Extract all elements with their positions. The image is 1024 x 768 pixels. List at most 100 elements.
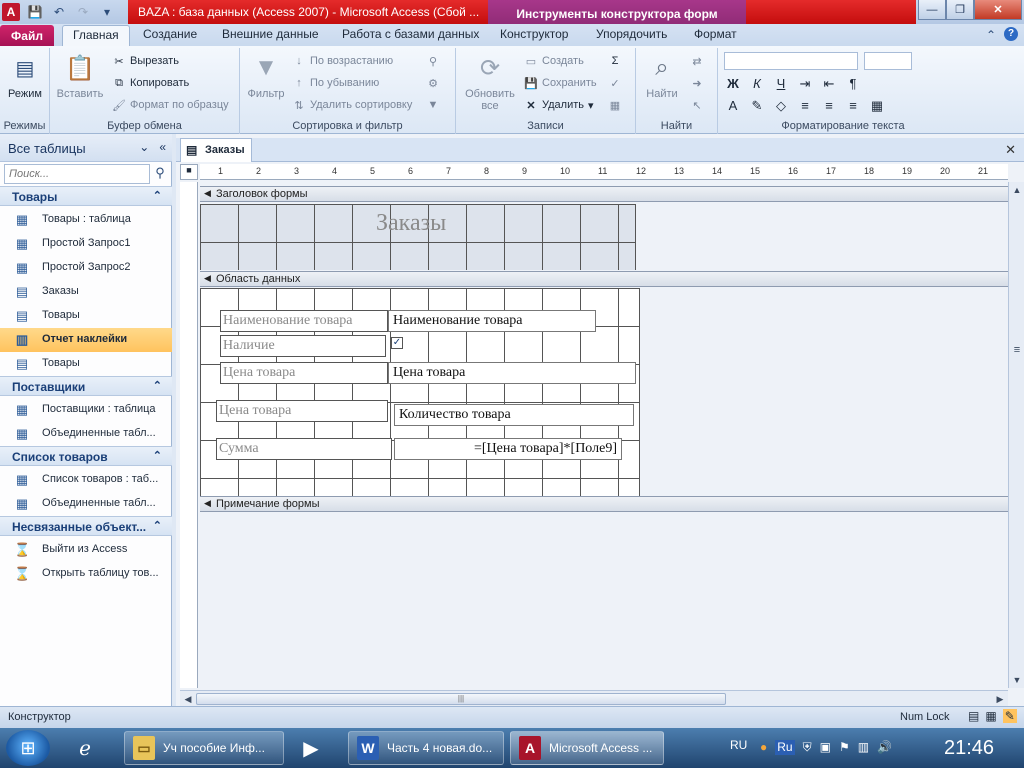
search-icon[interactable]: ⚲ (152, 165, 168, 183)
filter-button[interactable]: ▼ Фильтр (244, 52, 288, 100)
field-product-name[interactable]: Наименование товара (388, 310, 596, 332)
layout-view-switch-icon[interactable]: ▦ (985, 709, 996, 723)
network-icon[interactable]: ▥ (858, 740, 869, 755)
select-button[interactable]: ↖ (690, 98, 704, 112)
find-button[interactable]: ⌕ Найти (640, 52, 684, 100)
tab-format[interactable]: Формат (694, 27, 737, 46)
increase-indent-icon[interactable]: ⇥ (798, 76, 812, 92)
nav-item[interactable]: ▤ Товары (0, 304, 172, 328)
section-bar-form-footer[interactable]: ◀ Примечание формы (200, 496, 1008, 512)
collapse-chevron-icon[interactable]: ⌃ (153, 519, 162, 532)
nav-item[interactable]: ▦ Объединенные табл... (0, 492, 172, 516)
media-player-icon[interactable]: ▶ (292, 732, 330, 764)
tab-database-tools[interactable]: Работа с базами данных (342, 27, 479, 46)
customize-qat-icon[interactable]: ▾ (98, 3, 116, 21)
paste-button[interactable]: 📋 Вставить (56, 52, 104, 101)
language-indicator[interactable]: RU (730, 738, 747, 752)
horizontal-scroll-thumb[interactable]: ||| (196, 693, 726, 705)
access-app-icon[interactable]: A (2, 3, 20, 21)
gridlines-icon[interactable]: ▦ (870, 98, 884, 114)
close-button[interactable]: ✕ (974, 0, 1022, 20)
format-painter-button[interactable]: 🖌 Формат по образцу (112, 98, 229, 112)
save-record-button[interactable]: 💾 Сохранить (524, 76, 597, 90)
tab-file[interactable]: Файл (0, 25, 54, 46)
nav-item[interactable]: ⌛ Выйти из Access (0, 538, 172, 562)
section-bar-detail[interactable]: ◀ Область данных (200, 271, 1008, 287)
scroll-grip-icon[interactable]: ≡ (1009, 342, 1024, 358)
tab-home[interactable]: Главная (62, 25, 130, 47)
save-icon[interactable]: 💾 (26, 3, 44, 21)
underline-button[interactable]: Ч (774, 76, 788, 92)
selection-filter-button[interactable]: ⚲ (426, 54, 440, 68)
align-center-icon[interactable]: ≡ (822, 98, 836, 114)
form-view-switch-icon[interactable]: ▤ (968, 709, 979, 723)
task-access[interactable]: A Microsoft Access ... (510, 731, 664, 765)
horizontal-scrollbar[interactable]: ◀ ||| ▶ (180, 690, 1008, 706)
font-size-combo[interactable] (864, 52, 912, 70)
arrow-up-tray-icon[interactable]: ● (760, 740, 767, 755)
label-sum[interactable]: Сумма (216, 438, 392, 460)
checkbox-availability[interactable]: ✓ (391, 337, 403, 349)
highlight-icon[interactable]: ✎ (750, 98, 764, 114)
refresh-all-button[interactable]: ⟳ Обновить все (460, 52, 520, 113)
section-bar-form-header[interactable]: ◀ Заголовок формы (200, 186, 1008, 202)
font-color-button[interactable]: A (726, 98, 740, 114)
more-records-button[interactable]: ▦ (608, 98, 622, 112)
totals-button[interactable]: Σ (608, 54, 622, 68)
toggle-filter-button[interactable]: ▼ (426, 98, 440, 112)
scroll-left-icon[interactable]: ◀ (180, 691, 196, 707)
nav-item[interactable]: ▤ Заказы (0, 280, 172, 304)
shield-icon[interactable]: ⛨ (803, 740, 812, 755)
scroll-up-icon[interactable]: ▲ (1009, 182, 1024, 198)
spelling-button[interactable]: ✓ (608, 76, 622, 90)
nav-item[interactable]: ⌛ Открыть таблицу тов... (0, 562, 172, 586)
nav-item[interactable]: ▦ Простой Запрос2 (0, 256, 172, 280)
form-selector[interactable]: ■ (180, 164, 198, 180)
task-word[interactable]: W Часть 4 новая.do... (348, 731, 504, 765)
action-center-icon[interactable]: ⚑ (839, 740, 850, 755)
label-availability[interactable]: Наличие (220, 335, 386, 357)
undo-icon[interactable]: ↶ (50, 3, 68, 21)
scroll-down-icon[interactable]: ▼ (1009, 672, 1024, 688)
design-view-switch-icon[interactable]: ✎ (1002, 709, 1017, 723)
minimize-button[interactable]: — (918, 0, 946, 20)
italic-button[interactable]: К (750, 76, 764, 92)
start-button[interactable]: ⊞ (6, 730, 50, 766)
label-price-2[interactable]: Цена товара (216, 400, 388, 422)
collapse-chevron-icon[interactable]: ⌃ (153, 189, 162, 202)
nav-menu-chevron-icon[interactable]: ⌄ (139, 140, 149, 154)
cut-button[interactable]: ✂ Вырезать (112, 54, 179, 68)
fill-color-icon[interactable]: ◇ (774, 98, 788, 114)
nav-group-header[interactable]: Список товаров ⌃ (0, 446, 172, 466)
nav-pane-header[interactable]: Все таблицы ⌄ « (0, 134, 172, 162)
clear-sort-button[interactable]: ⇅ Удалить сортировку (292, 98, 412, 112)
field-quantity[interactable]: Количество товара (394, 404, 634, 426)
bold-button[interactable]: Ж (726, 76, 740, 92)
volume-icon[interactable]: 🔊 (877, 740, 892, 755)
delete-record-button[interactable]: ✕ Удалить ▾ (524, 98, 593, 112)
label-price[interactable]: Цена товара (220, 362, 388, 384)
paragraph-icon[interactable]: ¶ (846, 76, 860, 92)
nav-collapse-icon[interactable]: « (159, 140, 166, 154)
nav-item[interactable]: ▦ Поставщики : таблица (0, 398, 172, 422)
label-product-name[interactable]: Наименование товара (220, 310, 388, 332)
tab-arrange[interactable]: Упорядочить (596, 27, 667, 46)
document-tab-orders[interactable]: ▤ Заказы (180, 138, 252, 162)
form-title-label[interactable]: Заказы (376, 210, 446, 237)
collapse-chevron-icon[interactable]: ⌃ (153, 449, 162, 462)
help-icon[interactable]: ? (1004, 27, 1018, 41)
nav-search-input[interactable] (4, 164, 150, 184)
replace-button[interactable]: ⇄ (690, 54, 704, 68)
collapse-chevron-icon[interactable]: ⌃ (153, 379, 162, 392)
new-record-button[interactable]: ▭ Создать (524, 54, 584, 68)
ime-indicator[interactable]: Ru (775, 740, 795, 755)
vertical-scrollbar[interactable]: ▲ ≡ ▼ (1008, 182, 1024, 688)
advanced-filter-button[interactable]: ⚙ (426, 76, 440, 90)
field-price[interactable]: Цена товара (388, 362, 636, 384)
nav-item[interactable]: ▤ Товары (0, 352, 172, 376)
view-button[interactable]: ▤ Режим (4, 52, 46, 101)
clock[interactable]: 21:46 (944, 737, 994, 760)
nav-item[interactable]: ▦ Объединенные табл... (0, 422, 172, 446)
display-icon[interactable]: ▣ (820, 740, 831, 755)
nav-group-header[interactable]: Поставщики ⌃ (0, 376, 172, 396)
